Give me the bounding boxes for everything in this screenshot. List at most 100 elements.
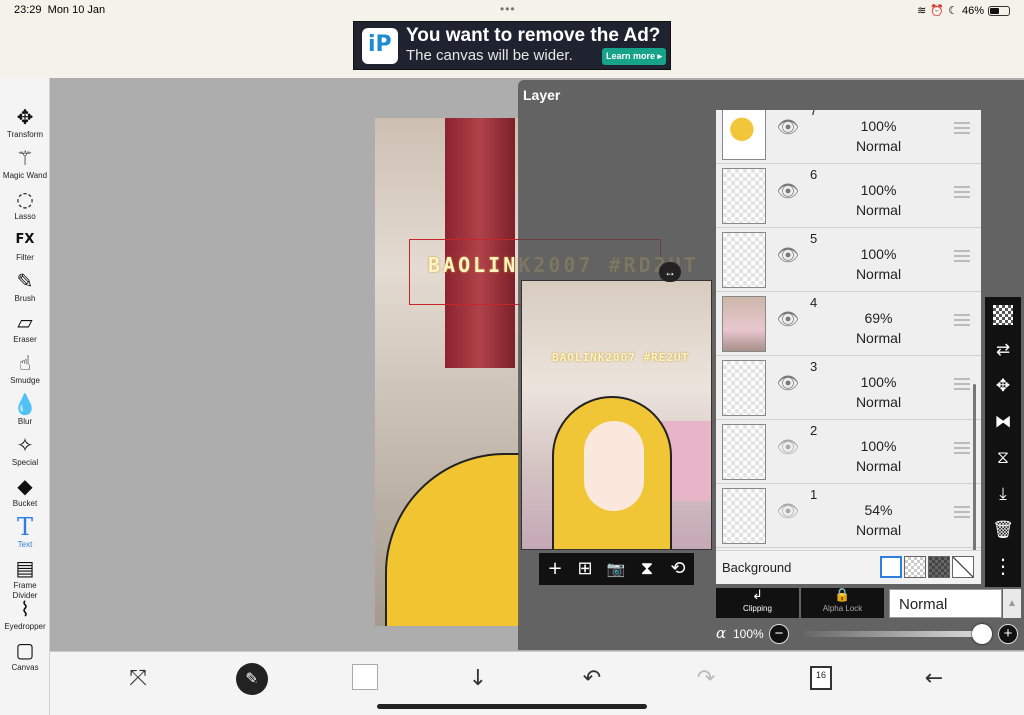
flip-vertical-icon[interactable]: ⧖ bbox=[985, 443, 1021, 473]
eyedropper-icon: ⌇ bbox=[20, 597, 30, 621]
undo-icon[interactable]: ↶ bbox=[572, 662, 612, 696]
layer-row-2[interactable]: 2 👁 100% Normal bbox=[716, 420, 981, 484]
checker-icon[interactable] bbox=[993, 305, 1013, 325]
eye-icon[interactable]: 👁 bbox=[776, 311, 800, 329]
eye-icon[interactable]: 👁 bbox=[776, 247, 800, 265]
tool-brush[interactable]: ✎ Brush bbox=[0, 268, 50, 309]
learn-more-button[interactable]: Learn more ▸ bbox=[602, 48, 666, 65]
eye-hidden-icon[interactable]: 👁 bbox=[776, 503, 800, 521]
clipping-button[interactable]: ↲ Clipping bbox=[716, 588, 799, 618]
canvas-character-hair bbox=[385, 453, 519, 626]
background-none-swatch[interactable] bbox=[952, 556, 974, 578]
blend-mode-select[interactable]: Normal bbox=[889, 589, 1002, 618]
layer-preview[interactable]: BAOLINK2007 #RE2UT bbox=[521, 280, 712, 550]
alpha-lock-button[interactable]: 🔒 Alpha Lock bbox=[801, 588, 884, 618]
layer-list-scrollbar[interactable] bbox=[973, 384, 976, 552]
drawing-canvas[interactable] bbox=[375, 118, 519, 626]
down-arrow-icon[interactable]: ↓ bbox=[458, 662, 498, 696]
moon-icon: ☾ bbox=[948, 5, 958, 17]
layer-tools-column: ⇄ ✥ ⧓ ⧖ ⤓ 🗑 ⋮ bbox=[985, 297, 1021, 587]
background-transparent-swatch[interactable] bbox=[904, 556, 926, 578]
ad-title: You want to remove the Ad? bbox=[406, 25, 661, 46]
trash-icon[interactable]: 🗑 bbox=[985, 515, 1021, 545]
opacity-value: 100% bbox=[733, 627, 764, 641]
preview-watermark-text: BAOLINK2007 #RE2UT bbox=[552, 351, 690, 364]
add-layer-icon[interactable]: + bbox=[543, 557, 567, 581]
ad-banner[interactable]: iP You want to remove the Ad? The canvas… bbox=[353, 21, 671, 70]
layer-row-5[interactable]: 5 👁 100% Normal bbox=[716, 228, 981, 292]
layer-move-icon[interactable]: ⇄ bbox=[985, 335, 1021, 365]
background-dark-swatch[interactable] bbox=[928, 556, 950, 578]
flip-vertical-icon[interactable]: ⟲ bbox=[666, 557, 690, 581]
drag-handle-icon[interactable] bbox=[954, 250, 970, 262]
opacity-slider-knob[interactable] bbox=[972, 624, 992, 644]
layers-count-button[interactable]: 16 bbox=[810, 666, 832, 690]
tool-swap-icon[interactable]: ⤧ bbox=[118, 662, 158, 696]
multitask-dots[interactable]: ••• bbox=[500, 2, 516, 16]
camera-icon[interactable]: 📷 bbox=[604, 557, 628, 581]
drag-handle-icon[interactable] bbox=[954, 378, 970, 390]
tool-text[interactable]: T Text bbox=[0, 514, 50, 555]
opacity-slider[interactable] bbox=[802, 631, 982, 637]
layer-list[interactable]: 7 👁 100% Normal 6 👁 100% Normal 5 👁 100%… bbox=[716, 110, 981, 550]
magic-wand-icon: ⚚ bbox=[16, 146, 34, 170]
layer-row-1[interactable]: 1 👁 54% Normal bbox=[716, 484, 981, 548]
opacity-minus-button[interactable]: − bbox=[769, 624, 789, 644]
drag-handle-icon[interactable] bbox=[954, 314, 970, 326]
tool-transform[interactable]: ✥ Transform bbox=[0, 104, 50, 145]
layer-thumbnail bbox=[722, 232, 766, 288]
blur-drop-icon: 💧 bbox=[12, 392, 38, 416]
layer-row-3[interactable]: 3 👁 100% Normal bbox=[716, 356, 981, 420]
status-time: 23:29 Mon 10 Jan bbox=[14, 4, 106, 16]
eye-icon[interactable]: 👁 bbox=[776, 375, 800, 393]
tool-filter[interactable]: FX Filter bbox=[0, 227, 50, 268]
drag-handle-icon[interactable] bbox=[954, 186, 970, 198]
transform-icon: ✥ bbox=[16, 105, 34, 129]
tool-lasso[interactable]: ◌ Lasso bbox=[0, 186, 50, 227]
drag-handle-icon[interactable] bbox=[954, 506, 970, 518]
tool-blur[interactable]: 💧 Blur bbox=[0, 391, 50, 432]
redo-icon[interactable]: ↷ bbox=[686, 662, 726, 696]
eye-icon[interactable]: 👁 bbox=[776, 119, 800, 137]
flip-horizontal-icon[interactable]: ⧓ bbox=[985, 407, 1021, 437]
layer-thumbnail bbox=[722, 360, 766, 416]
eye-icon[interactable]: 👁 bbox=[776, 183, 800, 201]
brush-size-label: 48 bbox=[252, 679, 264, 690]
color-swatch[interactable] bbox=[352, 664, 378, 690]
wifi-icon: ≋ bbox=[917, 5, 927, 17]
drag-handle-icon[interactable] bbox=[954, 442, 970, 454]
text-icon: T bbox=[16, 513, 33, 541]
layer-row-6[interactable]: 6 👁 100% Normal bbox=[716, 164, 981, 228]
layer-thumbnail bbox=[722, 110, 766, 160]
brush-icon: ✎ bbox=[16, 269, 34, 293]
back-arrow-icon[interactable]: ← bbox=[914, 662, 954, 696]
eye-hidden-icon[interactable]: 👁 bbox=[776, 439, 800, 457]
preview-resize-handle[interactable]: ↔ bbox=[659, 262, 681, 282]
layer-row-4[interactable]: 4 👁 69% Normal bbox=[716, 292, 981, 356]
layer-row-7[interactable]: 7 👁 100% Normal bbox=[716, 110, 981, 164]
layer-thumbnail bbox=[722, 488, 766, 544]
tool-magic-wand[interactable]: ⚚ Magic Wand bbox=[0, 145, 50, 186]
tool-bucket[interactable]: ◆ Bucket bbox=[0, 473, 50, 514]
merge-down-icon[interactable]: ⤓ bbox=[985, 479, 1021, 509]
add-special-layer-icon[interactable]: ⊞ bbox=[573, 557, 597, 581]
background-row: Background bbox=[716, 550, 981, 584]
special-icon: ✧ bbox=[16, 433, 34, 457]
tool-sidebar: ✥ Transform ⚚ Magic Wand ◌ Lasso FX Filter ✎… bbox=[0, 78, 50, 715]
tool-eraser[interactable]: ▱ Eraser bbox=[0, 309, 50, 350]
tool-canvas[interactable]: ▢ Canvas bbox=[0, 637, 50, 678]
background-white-swatch[interactable] bbox=[880, 556, 902, 578]
lock-icon: 🔒 bbox=[834, 588, 851, 603]
preview-toolbar: + ⊞ 📷 ⧗ ⟲ bbox=[539, 553, 694, 585]
tool-eyedropper[interactable]: ⌇ Eyedropper bbox=[0, 596, 50, 637]
drag-handle-icon[interactable] bbox=[954, 122, 970, 134]
tool-frame-divider[interactable]: ▤ Frame Divider bbox=[0, 555, 50, 600]
home-indicator[interactable] bbox=[377, 704, 647, 709]
blend-mode-arrow-icon[interactable]: ▲ bbox=[1003, 589, 1021, 618]
tool-special[interactable]: ✧ Special bbox=[0, 432, 50, 473]
tool-smudge[interactable]: ☝ Smudge bbox=[0, 350, 50, 391]
opacity-plus-button[interactable]: + bbox=[998, 624, 1018, 644]
move-icon[interactable]: ✥ bbox=[985, 371, 1021, 401]
flip-horizontal-icon[interactable]: ⧗ bbox=[635, 557, 659, 581]
more-icon[interactable]: ⋮ bbox=[985, 551, 1021, 581]
